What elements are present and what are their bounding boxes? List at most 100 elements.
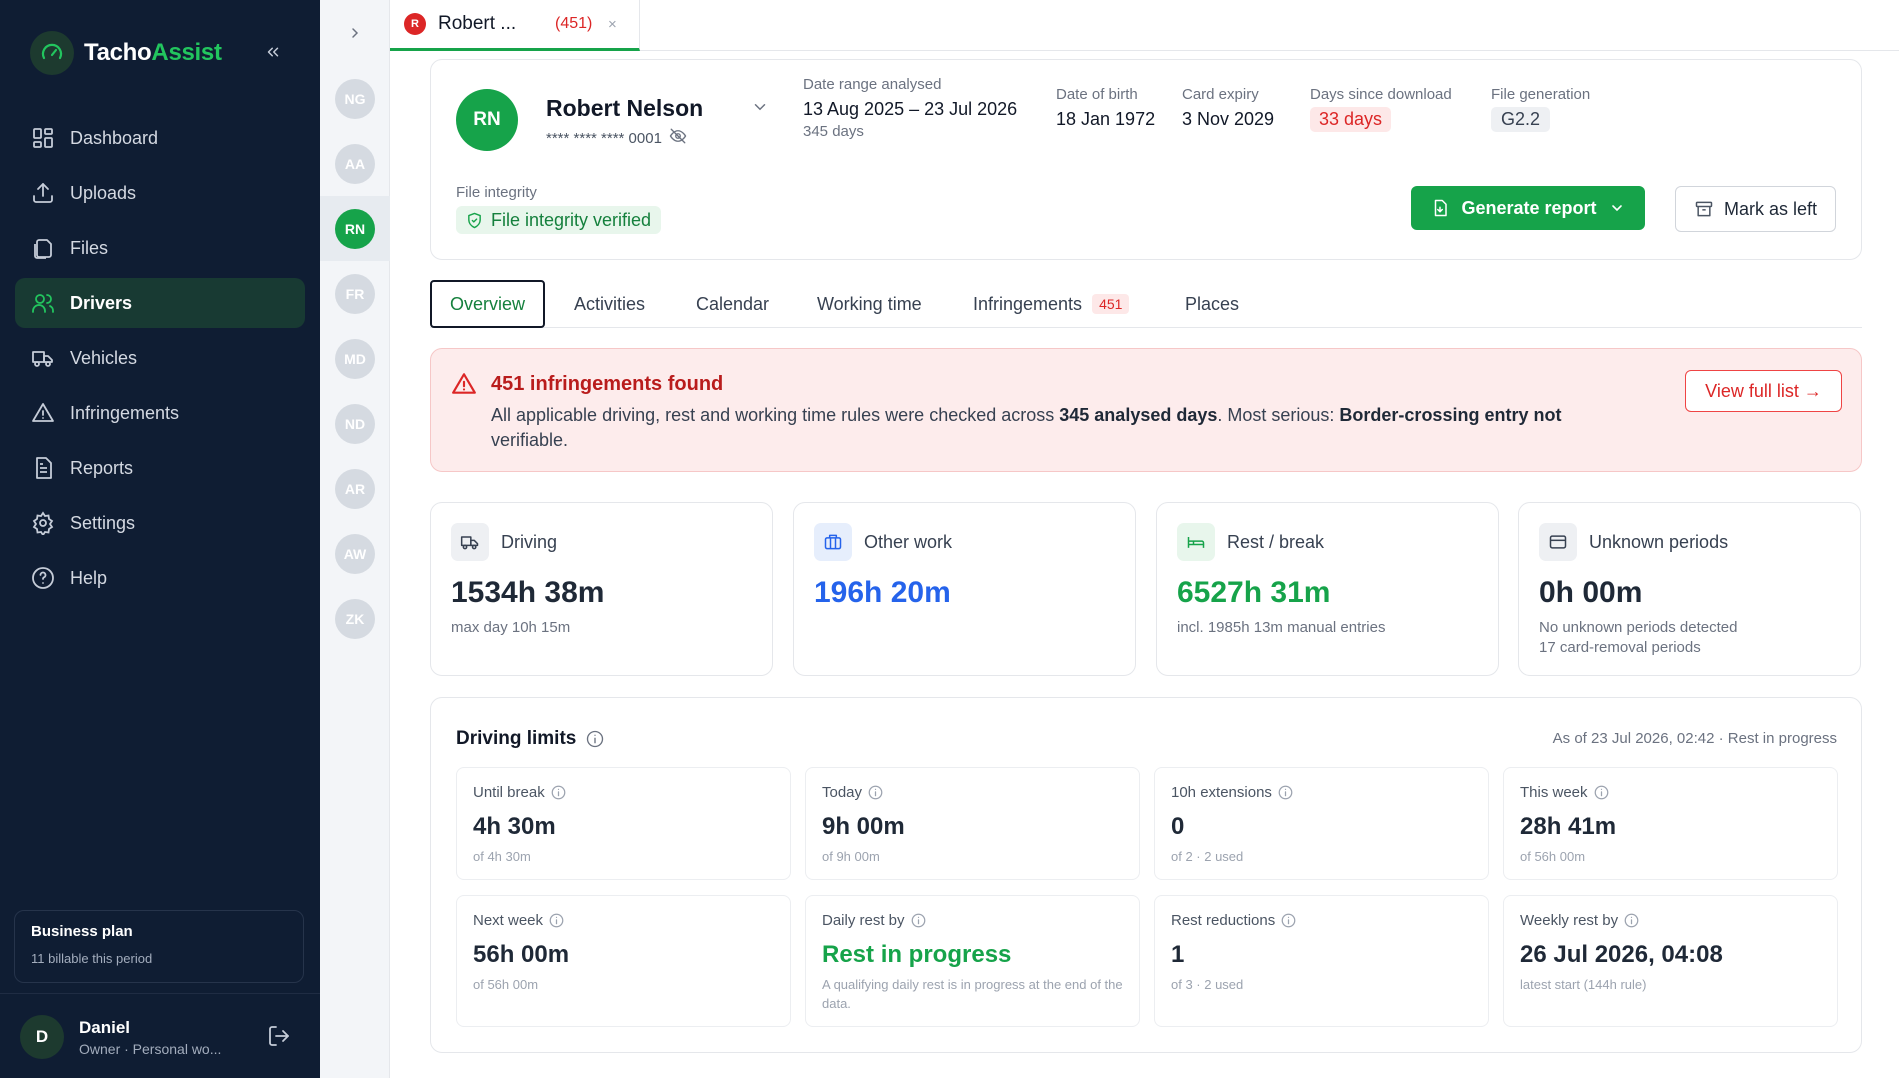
tab-count: (451)	[555, 15, 593, 32]
meta-label: Days since download	[1310, 86, 1452, 103]
mark-as-left-button[interactable]: Mark as left	[1675, 186, 1836, 232]
sidebar: TachoAssist Dashboard Uploads Files Driv…	[0, 0, 320, 1078]
alert-text: All applicable driving, rest and working…	[491, 405, 1562, 450]
limit-sub: of 9h 00m	[822, 849, 880, 864]
meta-card-expiry: Card expiry 3 Nov 2029	[1182, 86, 1274, 130]
info-icon[interactable]	[549, 913, 564, 928]
limit-sub: of 2 · 2 used	[1171, 849, 1244, 864]
info-icon[interactable]	[868, 785, 883, 800]
stat-value: 196h 20m	[814, 576, 951, 609]
nav-item-infringements[interactable]: Infringements	[15, 388, 305, 438]
meta-label: File generation	[1491, 86, 1591, 103]
stat-card-rest: Rest / break 6527h 31m incl. 1985h 13m m…	[1156, 502, 1499, 676]
user-profile[interactable]: D Daniel Owner · Personal wo...	[20, 1014, 300, 1060]
nav-item-reports[interactable]: Reports	[15, 443, 305, 493]
upload-icon	[30, 180, 56, 206]
brand-name: TachoAssist	[84, 39, 222, 66]
files-icon	[30, 235, 56, 261]
nav-item-vehicles[interactable]: Vehicles	[15, 333, 305, 383]
nav-item-files[interactable]: Files	[15, 223, 305, 273]
rail-driver[interactable]: FR	[320, 261, 390, 326]
help-icon	[30, 565, 56, 591]
chevron-right-icon[interactable]	[342, 20, 368, 46]
limits-title: Driving limits	[456, 728, 604, 750]
nav-item-uploads[interactable]: Uploads	[15, 168, 305, 218]
open-tabs-bar: R Robert ... (451) ×	[390, 0, 1899, 51]
rail-driver[interactable]: AR	[320, 456, 390, 521]
info-icon[interactable]	[1594, 785, 1609, 800]
tab-overview[interactable]: Overview	[430, 280, 546, 328]
rail-driver[interactable]: AA	[320, 131, 390, 196]
limit-until-break: Until break 4h 30m of 4h 30m	[456, 767, 791, 880]
tab-label: Overview	[450, 293, 526, 314]
tab-places[interactable]: Places	[1185, 280, 1239, 328]
driver-avatar: RN	[456, 89, 518, 151]
open-tab-driver[interactable]: R Robert ... (451) ×	[390, 0, 640, 51]
rail-driver[interactable]: MD	[320, 326, 390, 391]
info-icon[interactable]	[911, 913, 926, 928]
tab-title: Robert ...	[438, 13, 517, 34]
info-icon[interactable]	[1278, 785, 1293, 800]
limit-sub: latest start (144h rule)	[1520, 977, 1647, 992]
info-icon[interactable]	[1624, 913, 1639, 928]
driver-header-card: RN Robert Nelson **** **** **** 0001 Dat…	[430, 59, 1862, 260]
limit-10h-extensions: 10h extensions 0 of 2 · 2 used	[1154, 767, 1489, 880]
stat-label: Driving	[501, 531, 558, 552]
limit-value: 26 Jul 2026, 04:08	[1520, 941, 1723, 968]
eye-off-icon[interactable]	[669, 127, 687, 149]
rail-driver[interactable]: ND	[320, 391, 390, 456]
rail-driver[interactable]: NG	[320, 66, 390, 131]
rail-driver-active[interactable]: RN	[320, 196, 390, 261]
limit-rest-reductions: Rest reductions 1 of 3 · 2 used	[1154, 895, 1489, 1027]
count-badge: 451	[1092, 294, 1130, 314]
stat-label: Rest / break	[1227, 531, 1325, 552]
nav-item-help[interactable]: Help	[15, 553, 305, 603]
rail-driver[interactable]: AW	[320, 521, 390, 586]
nav-item-dashboard[interactable]: Dashboard	[15, 113, 305, 163]
rail-driver[interactable]: ZK	[320, 586, 390, 651]
meta-label: Card expiry	[1182, 86, 1259, 103]
limit-weekly-rest-by: Weekly rest by 26 Jul 2026, 04:08 latest…	[1503, 895, 1838, 1027]
card-number-text: **** **** **** 0001	[546, 129, 662, 147]
info-icon[interactable]	[551, 785, 566, 800]
limit-value: 1	[1171, 941, 1185, 968]
tab-infringements[interactable]: Infringements 451	[973, 280, 1130, 328]
bed-icon	[1177, 523, 1215, 561]
brand[interactable]: TachoAssist	[30, 31, 222, 75]
logout-icon[interactable]	[267, 1024, 291, 1053]
nav-label: Files	[70, 237, 109, 258]
stat-label: Other work	[864, 531, 953, 552]
limit-label: This week	[1520, 784, 1609, 801]
avatar: ZK	[335, 598, 375, 639]
nav-item-drivers[interactable]: Drivers	[15, 278, 305, 328]
meta-value: 3 Nov 2029	[1182, 109, 1275, 129]
limits-as-of: As of 23 Jul 2026, 02:42 · Rest in progr…	[1552, 730, 1837, 747]
mark-as-left-label: Mark as left	[1723, 198, 1818, 219]
generate-report-button[interactable]: Generate report	[1411, 186, 1645, 230]
generation-badge: G2.2	[1491, 107, 1551, 132]
limit-sub: of 3 · 2 used	[1171, 977, 1244, 992]
plan-box[interactable]: Business plan 11 billable this period	[14, 910, 304, 983]
collapse-sidebar-icon[interactable]	[262, 40, 284, 64]
limit-this-week: This week 28h 41m of 56h 00m	[1503, 767, 1838, 880]
file-download-icon	[1431, 199, 1449, 217]
close-icon[interactable]: ×	[608, 16, 617, 33]
chevron-down-icon[interactable]	[751, 98, 769, 121]
limit-sub: of 4h 30m	[473, 849, 531, 864]
meta-label: Date range analysed	[803, 76, 942, 93]
info-icon[interactable]	[1281, 913, 1296, 928]
tab-label: Infringements	[973, 293, 1083, 314]
stat-sub: No unknown periods detected 17 card-remov…	[1539, 619, 1738, 656]
tab-activities[interactable]: Activities	[574, 280, 645, 328]
plan-title: Business plan	[31, 923, 133, 940]
view-full-list-button[interactable]: View full list →	[1685, 370, 1842, 412]
info-icon[interactable]	[586, 730, 604, 748]
nav-label: Help	[70, 567, 108, 588]
integrity-label: File integrity	[456, 184, 537, 201]
tab-calendar[interactable]: Calendar	[696, 280, 769, 328]
archive-icon	[1694, 199, 1714, 219]
tab-working-time[interactable]: Working time	[817, 280, 922, 328]
avatar: AA	[335, 143, 375, 184]
nav-item-settings[interactable]: Settings	[15, 498, 305, 548]
stat-card-unknown: Unknown periods 0h 00m No unknown period…	[1518, 502, 1861, 676]
